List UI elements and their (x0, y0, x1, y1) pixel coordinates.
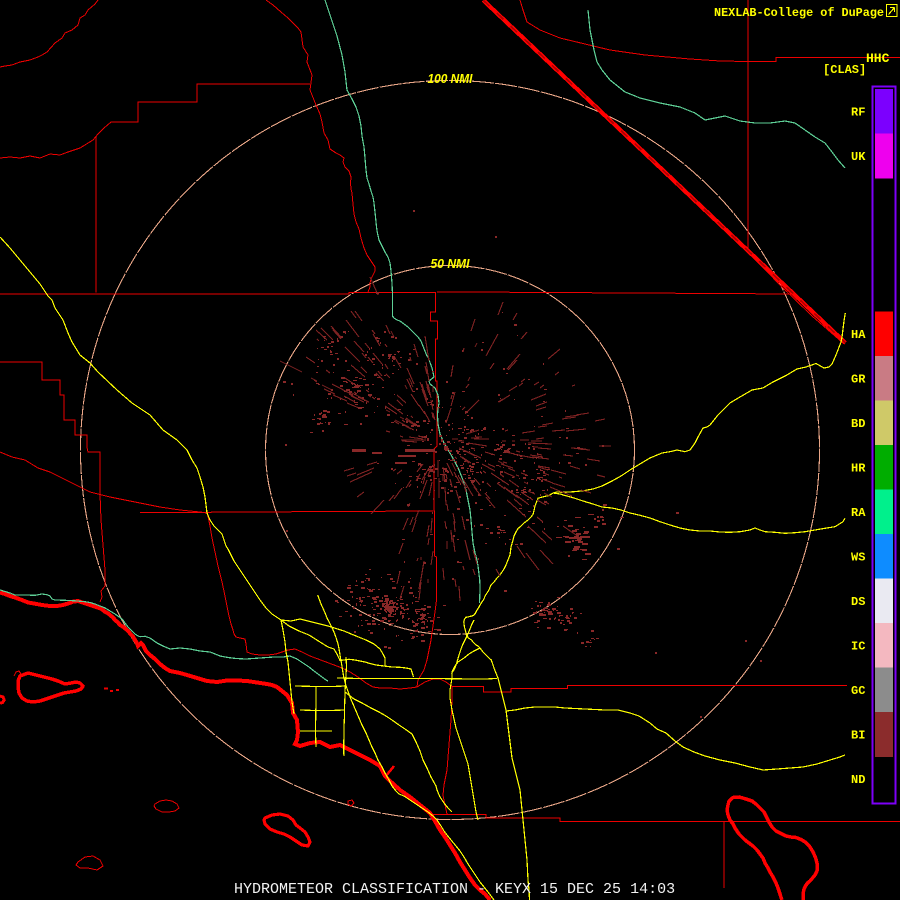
svg-text:DS: DS (851, 595, 865, 609)
svg-text:GC: GC (851, 684, 865, 698)
svg-text:RF: RF (851, 105, 865, 119)
svg-text:HHC: HHC (866, 51, 890, 66)
svg-text:UK: UK (851, 150, 866, 164)
svg-text:WS: WS (851, 550, 865, 564)
svg-text:RA: RA (851, 506, 866, 520)
svg-text:HA: HA (851, 328, 866, 342)
svg-text:GR: GR (851, 372, 866, 386)
svg-text:[CLAS]: [CLAS] (823, 63, 866, 77)
svg-text:HYDROMETEOR CLASSIFICATION - K: HYDROMETEOR CLASSIFICATION - KEYX 15 DEC… (234, 881, 675, 898)
svg-text:100 NMI: 100 NMI (428, 71, 473, 86)
svg-text:50 NMI: 50 NMI (431, 256, 470, 271)
svg-text:BI: BI (851, 728, 865, 742)
svg-text:BD: BD (851, 417, 865, 431)
svg-text:ND: ND (851, 773, 865, 787)
svg-text:IC: IC (851, 639, 865, 653)
svg-text:HR: HR (851, 461, 866, 475)
svg-text:NEXLAB-College of DuPage: NEXLAB-College of DuPage (714, 7, 884, 20)
